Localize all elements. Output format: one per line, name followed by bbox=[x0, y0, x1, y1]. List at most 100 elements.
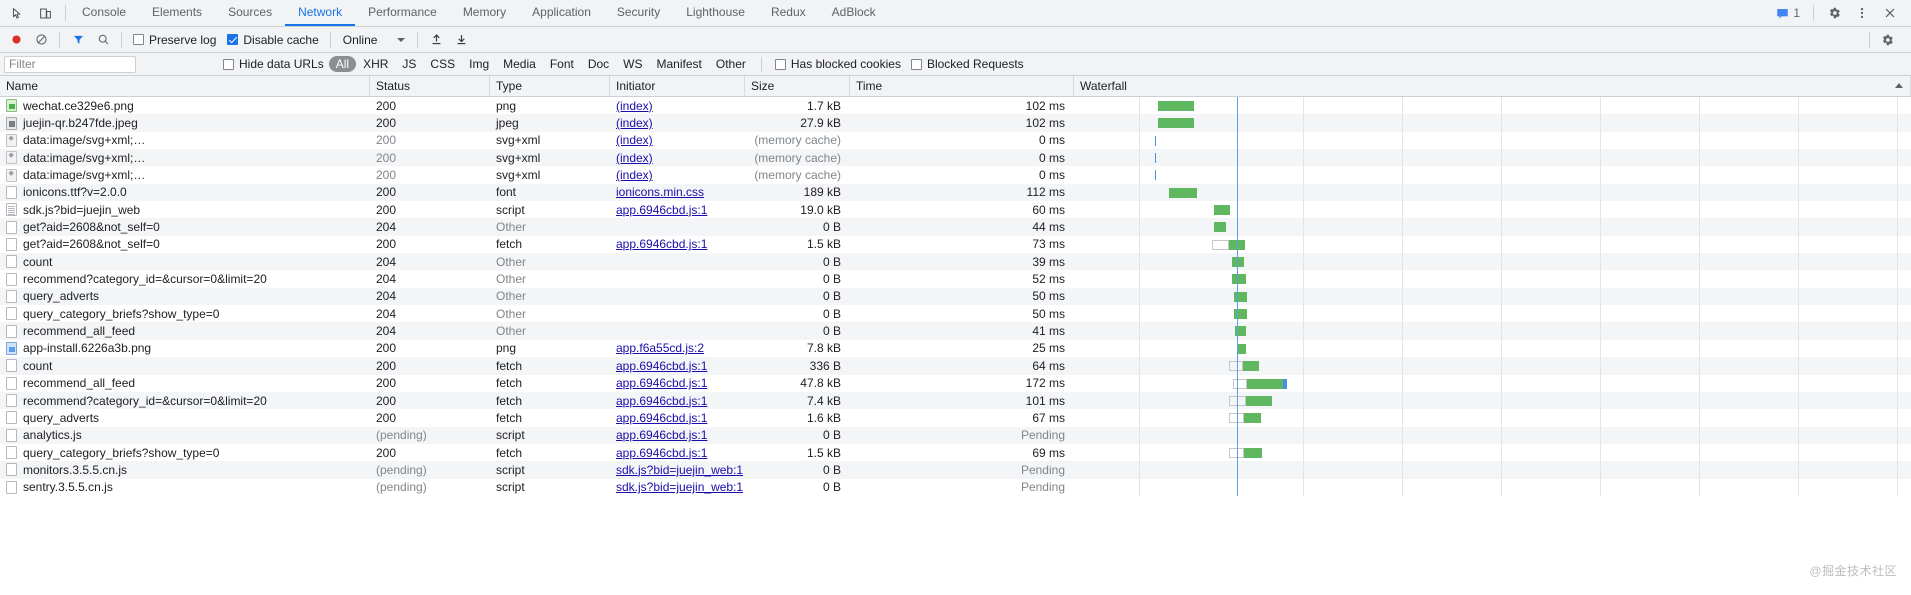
initiator-link[interactable]: app.6946cbd.js:1 bbox=[616, 237, 707, 251]
type-filter-xhr[interactable]: XHR bbox=[356, 56, 395, 72]
has-blocked-cookies-checkbox[interactable]: Has blocked cookies bbox=[770, 57, 906, 71]
search-icon[interactable] bbox=[91, 29, 115, 51]
table-row[interactable]: query_adverts 200 fetch app.6946cbd.js:1 1.6… bbox=[0, 409, 1911, 427]
tab-console[interactable]: Console bbox=[69, 0, 139, 26]
tab-security[interactable]: Security bbox=[604, 0, 673, 26]
more-options-icon[interactable] bbox=[1849, 0, 1875, 26]
column-header-time[interactable]: Time bbox=[850, 76, 1074, 97]
table-row[interactable]: sdk.js?bid=juejin_web 200 script app.6946cb… bbox=[0, 201, 1911, 219]
filter-input[interactable]: Filter bbox=[4, 55, 136, 73]
table-row[interactable]: data:image/svg+xml;… 200 svg+xml (index) (me… bbox=[0, 166, 1911, 184]
device-toolbar-icon[interactable] bbox=[32, 0, 58, 26]
throttling-select[interactable]: Online bbox=[337, 33, 412, 47]
table-row[interactable]: app-install.6226a3b.png 200 png app.f6a55cd… bbox=[0, 339, 1911, 358]
tabstrip-right-controls: 1 bbox=[1770, 0, 1911, 26]
table-row[interactable]: recommend_all_feed 200 fetch app.6946cbd.js… bbox=[0, 374, 1911, 392]
table-row[interactable]: query_category_briefs?show_type=0 200 fetc… bbox=[0, 443, 1911, 462]
initiator-link[interactable]: app.6946cbd.js:1 bbox=[616, 446, 707, 460]
type-filter-ws[interactable]: WS bbox=[616, 56, 649, 72]
message-badge[interactable]: 1 bbox=[1770, 6, 1806, 20]
table-row[interactable]: recommend?category_id=&cursor=0&limit=20… bbox=[0, 270, 1911, 288]
column-header-name[interactable]: Name bbox=[0, 76, 370, 97]
type-filter-css[interactable]: CSS bbox=[423, 56, 462, 72]
table-row[interactable]: query_adverts 204 Other 0 B 50 ms bbox=[0, 287, 1911, 306]
table-row[interactable]: monitors.3.5.5.cn.js (pending) script sdk.j… bbox=[0, 461, 1911, 479]
initiator-link[interactable]: (index) bbox=[616, 116, 653, 130]
cell-initiator bbox=[610, 218, 745, 235]
clear-button[interactable] bbox=[29, 29, 53, 51]
table-row[interactable]: sentry.3.5.5.cn.js (pending) script sdk.js?… bbox=[0, 478, 1911, 496]
type-filter-font[interactable]: Font bbox=[543, 56, 581, 72]
type-filter-doc[interactable]: Doc bbox=[581, 56, 616, 72]
column-header-waterfall[interactable]: Waterfall bbox=[1074, 76, 1911, 97]
column-header-type[interactable]: Type bbox=[490, 76, 610, 97]
table-row[interactable]: juejin-qr.b247fde.jpeg 200 jpeg (index) 27.9… bbox=[0, 114, 1911, 132]
table-row[interactable]: get?aid=2608&not_self=0 200 fetch app.6946c… bbox=[0, 235, 1911, 254]
table-row[interactable]: recommend?category_id=&cursor=0&limit=20… bbox=[0, 391, 1911, 410]
tab-elements[interactable]: Elements bbox=[139, 0, 215, 26]
initiator-link[interactable]: (index) bbox=[616, 168, 653, 182]
preserve-log-checkbox[interactable]: Preserve log bbox=[128, 33, 221, 47]
close-devtools-icon[interactable] bbox=[1877, 0, 1903, 26]
disable-cache-checkbox[interactable]: Disable cache bbox=[222, 33, 323, 47]
record-button[interactable] bbox=[4, 29, 28, 51]
table-row[interactable]: data:image/svg+xml;… 200 svg+xml (index) (me… bbox=[0, 131, 1911, 150]
initiator-link[interactable]: ionicons.min.css bbox=[616, 185, 704, 199]
table-row[interactable]: get?aid=2608&not_self=0 204 Other 0 B 44 ms bbox=[0, 218, 1911, 236]
tab-performance[interactable]: Performance bbox=[355, 0, 450, 26]
preserve-log-box[interactable] bbox=[133, 34, 144, 45]
initiator-link[interactable]: app.6946cbd.js:1 bbox=[616, 411, 707, 425]
initiator-link[interactable]: (index) bbox=[616, 99, 653, 113]
tab-network[interactable]: Network bbox=[285, 0, 356, 26]
disable-cache-box[interactable] bbox=[227, 34, 239, 45]
type-filter-media[interactable]: Media bbox=[496, 56, 543, 72]
table-row[interactable]: data:image/svg+xml;… 200 svg+xml (index) (me… bbox=[0, 149, 1911, 167]
network-settings-gear-icon[interactable] bbox=[1875, 29, 1899, 51]
initiator-link[interactable]: app.f6a55cd.js:2 bbox=[616, 341, 704, 355]
type-filter-manifest[interactable]: Manifest bbox=[650, 56, 709, 72]
tab-redux[interactable]: Redux bbox=[758, 0, 819, 26]
hide-data-urls-box[interactable] bbox=[223, 58, 234, 70]
type-value: Other bbox=[496, 324, 527, 339]
settings-gear-icon[interactable] bbox=[1821, 0, 1847, 26]
initiator-link[interactable]: sdk.js?bid=juejin_web:1 bbox=[616, 463, 743, 477]
tab-memory[interactable]: Memory bbox=[450, 0, 519, 26]
initiator-link[interactable]: (index) bbox=[616, 133, 653, 147]
export-har-icon[interactable] bbox=[449, 29, 473, 51]
inspect-element-icon[interactable] bbox=[4, 0, 30, 26]
initiator-link[interactable]: app.6946cbd.js:1 bbox=[616, 428, 707, 442]
table-row[interactable]: recommend_all_feed 204 Other 0 B 41 ms bbox=[0, 322, 1911, 340]
initiator-link[interactable]: app.6946cbd.js:1 bbox=[616, 359, 707, 373]
table-row[interactable]: count 204 Other 0 B 39 ms bbox=[0, 253, 1911, 271]
column-header-initiator[interactable]: Initiator bbox=[610, 76, 745, 97]
import-har-icon[interactable] bbox=[424, 29, 448, 51]
hide-data-urls-checkbox[interactable]: Hide data URLs bbox=[218, 57, 329, 71]
sort-ascending-icon[interactable] bbox=[1895, 83, 1903, 88]
initiator-link[interactable]: sdk.js?bid=juejin_web:1 bbox=[616, 480, 743, 494]
tab-lighthouse[interactable]: Lighthouse bbox=[673, 0, 758, 26]
toolbar-divider-2 bbox=[121, 31, 122, 48]
initiator-link[interactable]: app.6946cbd.js:1 bbox=[616, 376, 707, 390]
initiator-link[interactable]: (index) bbox=[616, 151, 653, 165]
filter-toggle-icon[interactable] bbox=[66, 29, 90, 51]
initiator-link[interactable]: app.6946cbd.js:1 bbox=[616, 394, 707, 408]
table-row[interactable]: ionicons.ttf?v=2.0.0 200 font ionicons.min.… bbox=[0, 183, 1911, 202]
table-row[interactable]: analytics.js (pending) script app.6946cbd.j… bbox=[0, 426, 1911, 444]
table-row[interactable]: count 200 fetch app.6946cbd.js:1 336 B 64 ms bbox=[0, 357, 1911, 375]
column-header-status[interactable]: Status bbox=[370, 76, 490, 97]
blocked-requests-box[interactable] bbox=[910, 58, 922, 70]
has-blocked-cookies-box[interactable] bbox=[774, 58, 786, 70]
type-filter-other[interactable]: Other bbox=[709, 56, 753, 72]
type-filter-img[interactable]: Img bbox=[462, 56, 496, 72]
tab-application[interactable]: Application bbox=[519, 0, 604, 26]
type-filter-all[interactable]: All bbox=[328, 56, 357, 72]
cell-size: 0 B bbox=[745, 270, 850, 287]
tab-adblock[interactable]: AdBlock bbox=[819, 0, 889, 26]
blocked-requests-checkbox[interactable]: Blocked Requests bbox=[906, 57, 1029, 71]
table-row[interactable]: wechat.ce329e6.png 200 png (index) 1.7 kB 102… bbox=[0, 97, 1911, 115]
column-header-size[interactable]: Size bbox=[745, 76, 850, 97]
type-filter-js[interactable]: JS bbox=[395, 56, 423, 72]
initiator-link[interactable]: app.6946cbd.js:1 bbox=[616, 203, 707, 217]
table-row[interactable]: query_category_briefs?show_type=0 204 Othe… bbox=[0, 305, 1911, 323]
tab-sources[interactable]: Sources bbox=[215, 0, 285, 26]
